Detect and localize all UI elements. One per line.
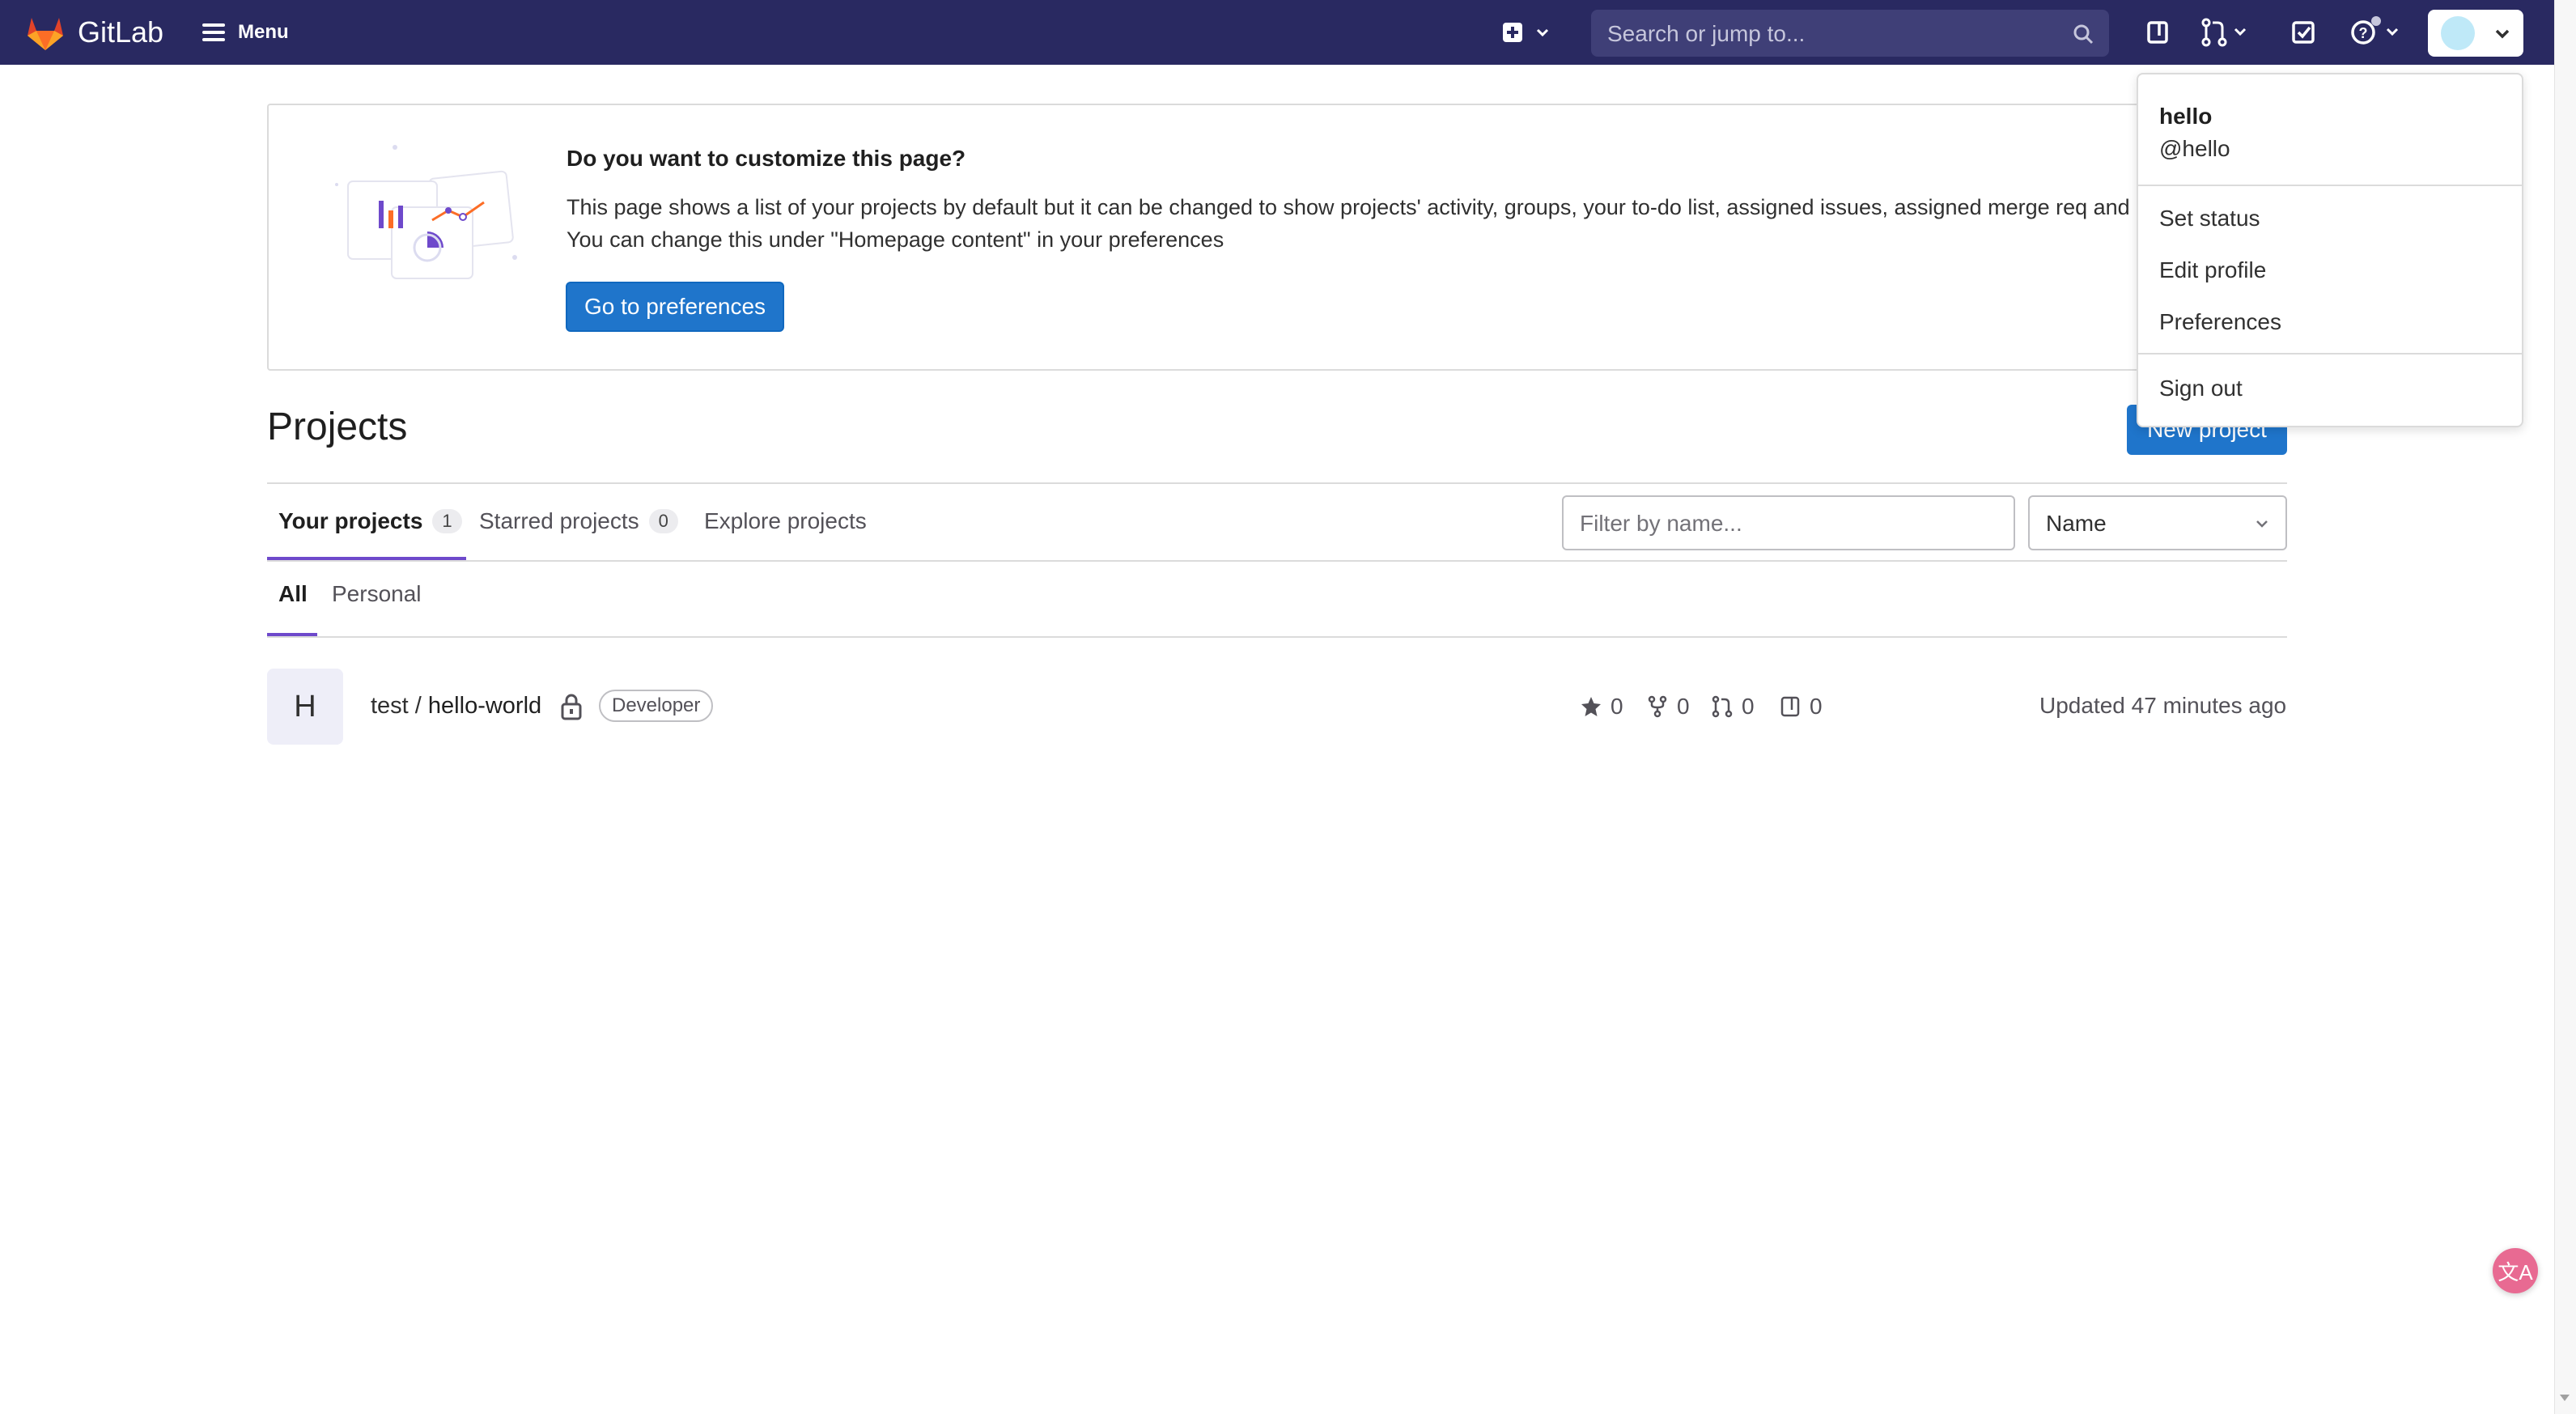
gitlab-logo-icon[interactable] [24, 11, 66, 53]
user-menu-button[interactable] [2428, 10, 2523, 57]
chevron-down-icon [1536, 28, 1549, 37]
filter-by-name-input[interactable] [1578, 497, 2002, 550]
fork-icon [1648, 695, 1667, 718]
banner-description: This page shows a list of your projects … [567, 195, 2192, 252]
issues-count[interactable]: 0 [1779, 693, 1823, 720]
tab-your-projects[interactable]: Your projects 1 [278, 505, 462, 537]
hamburger-icon [202, 23, 225, 41]
forks-value: 0 [1677, 694, 1690, 719]
go-to-preferences-button[interactable]: Go to preferences [566, 282, 784, 332]
svg-text:?: ? [2359, 25, 2368, 41]
page-title: Projects [267, 406, 408, 448]
issues-icon[interactable] [2141, 16, 2174, 49]
merge-request-icon [1712, 695, 1733, 718]
divider [2138, 185, 2522, 186]
customize-illustration [335, 145, 517, 279]
merge-requests-icon[interactable] [2198, 16, 2250, 49]
plus-square-icon [1503, 23, 1522, 42]
active-subtab-indicator [267, 633, 317, 636]
star-icon [1581, 697, 1601, 716]
avatar [2441, 16, 2475, 50]
tab-label: Explore projects [704, 508, 867, 533]
menu-item-sign-out[interactable]: Sign out [2159, 376, 2243, 401]
top-navbar: GitLab Menu ? [0, 0, 2554, 65]
active-tab-indicator [267, 557, 466, 560]
divider [2138, 353, 2522, 355]
project-name: hello-world [427, 693, 542, 719]
brand-name[interactable]: GitLab [78, 15, 163, 50]
tab-count-badge: 1 [432, 509, 462, 533]
tab-label: Starred projects [479, 508, 639, 533]
sort-selected-value: Name [2046, 511, 2107, 536]
scroll-down-arrow-icon[interactable] [2557, 1391, 2572, 1405]
todo-icon[interactable] [2287, 16, 2319, 49]
filter-field[interactable] [1562, 495, 2015, 550]
role-badge: Developer [599, 690, 714, 722]
project-name-link[interactable]: test / hello-world [371, 693, 541, 720]
stars-value: 0 [1611, 694, 1623, 719]
tab-explore-projects[interactable]: Explore projects [704, 505, 867, 537]
search-input[interactable] [1606, 10, 2062, 58]
scrollbar[interactable] [2554, 0, 2576, 1414]
forks-count[interactable]: 0 [1646, 693, 1690, 720]
sort-dropdown[interactable]: Name [2028, 495, 2287, 550]
translate-widget-button[interactable]: 文A [2493, 1248, 2538, 1293]
merge-requests-count[interactable]: 0 [1711, 693, 1755, 720]
merge-requests-value: 0 [1742, 694, 1755, 719]
search-icon [2073, 24, 2094, 45]
subtab-personal[interactable]: Personal [332, 581, 422, 607]
user-handle[interactable]: @hello [2159, 136, 2230, 162]
user-dropdown-menu: hello @hello Set status Edit profile Pre… [2137, 73, 2523, 427]
banner-title: Do you want to customize this page? [567, 146, 966, 171]
tab-starred-projects[interactable]: Starred projects 0 [479, 505, 678, 537]
divider [267, 482, 2287, 484]
menu-item-edit-profile[interactable]: Edit profile [2159, 257, 2266, 283]
menu-item-set-status[interactable]: Set status [2159, 206, 2260, 231]
project-namespace: test / [371, 693, 428, 719]
stars-count[interactable]: 0 [1580, 693, 1623, 720]
chevron-down-icon [2256, 520, 2268, 528]
updated-timestamp: Updated 47 minutes ago [2039, 693, 2287, 718]
user-name[interactable]: hello [2159, 104, 2212, 130]
help-icon[interactable]: ? [2347, 16, 2407, 49]
menu-label: Menu [238, 21, 289, 43]
lock-icon [561, 694, 582, 720]
tab-count-badge: 0 [648, 509, 678, 533]
divider [267, 636, 2287, 638]
tab-label: Your projects [278, 508, 423, 533]
global-search[interactable] [1591, 10, 2109, 58]
main-menu-button[interactable]: Menu [202, 15, 289, 50]
subtab-all[interactable]: All [278, 581, 308, 607]
menu-item-preferences[interactable]: Preferences [2159, 309, 2281, 335]
divider [267, 560, 2287, 562]
issues-value: 0 [1810, 694, 1823, 719]
issues-icon [1780, 696, 1800, 717]
chevron-down-icon [2495, 29, 2510, 39]
create-new-button[interactable] [1502, 16, 1559, 49]
project-avatar[interactable]: H [267, 669, 343, 745]
